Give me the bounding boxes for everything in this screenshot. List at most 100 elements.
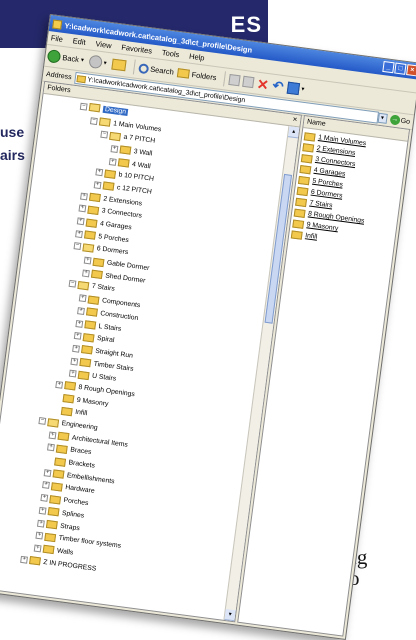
maximize-button[interactable]: □ <box>394 62 407 75</box>
file-list: 1 Main Volumes 2 Extensions 3 Connectors 4 … <box>289 128 408 253</box>
address-label: Address <box>45 70 73 81</box>
go-button[interactable]: → Go <box>389 114 410 127</box>
folder-icon <box>85 218 98 228</box>
menu-help[interactable]: Help <box>189 52 205 63</box>
scroll-down-icon[interactable]: ▼ <box>224 609 236 622</box>
expand-icon[interactable]: + <box>76 217 85 226</box>
folder-icon <box>52 469 65 480</box>
folder-icon <box>92 257 105 267</box>
folder-icon <box>293 208 306 218</box>
collapse-icon[interactable]: − <box>79 102 88 111</box>
search-button[interactable]: Search <box>137 62 175 78</box>
tree-item-label: Walls <box>56 547 74 557</box>
folder-icon <box>62 394 75 404</box>
expand-icon[interactable]: + <box>46 443 55 452</box>
expand-icon[interactable]: + <box>93 181 102 190</box>
expand-icon[interactable]: + <box>75 319 84 328</box>
expand-icon[interactable]: + <box>77 307 85 315</box>
views-button[interactable]: ▼ <box>286 81 306 95</box>
explorer-window: Y:\cadwork\cadwork.cat\catalog_3d\ct_pro… <box>0 14 416 640</box>
copy-to-icon[interactable] <box>242 75 255 89</box>
scroll-up-icon[interactable]: ▲ <box>287 126 300 139</box>
go-arrow-icon: → <box>389 114 401 126</box>
chevron-down-icon: ▼ <box>102 59 109 67</box>
back-button[interactable]: Back ▼ <box>46 49 86 67</box>
undo-icon[interactable]: ↶ <box>272 77 285 93</box>
folder-icon <box>102 181 115 192</box>
tree-item-label: Design <box>102 105 129 116</box>
close-pane-icon[interactable]: × <box>292 115 298 125</box>
expand-icon[interactable]: + <box>108 157 117 166</box>
close-button[interactable]: × <box>406 64 416 77</box>
search-label: Search <box>149 64 175 77</box>
folder-icon <box>77 370 90 380</box>
expand-icon[interactable]: + <box>48 431 57 440</box>
expand-icon[interactable]: + <box>55 380 64 389</box>
panes: Folders × − Design −1 Main Volumes − a 7 PIT… <box>0 80 411 637</box>
delete-icon[interactable]: ✕ <box>256 75 270 92</box>
folder-icon <box>296 186 309 196</box>
menu-edit[interactable]: Edit <box>72 36 86 47</box>
expand-icon[interactable]: + <box>38 506 47 515</box>
folder-icon <box>303 131 316 142</box>
collapse-icon[interactable]: − <box>73 242 82 251</box>
expand-icon[interactable]: + <box>95 168 104 177</box>
address-dropdown-button[interactable]: ▼ <box>377 112 388 124</box>
expand-icon[interactable]: + <box>72 344 80 353</box>
move-to-icon[interactable] <box>228 74 241 87</box>
menu-view[interactable]: View <box>95 39 112 50</box>
tree-item-label: U Stairs <box>91 372 117 383</box>
menu-tools[interactable]: Tools <box>161 48 180 59</box>
collapse-icon[interactable]: − <box>38 417 47 425</box>
folder-icon <box>49 494 62 505</box>
folder-icon <box>82 332 95 343</box>
folder-icon <box>44 532 57 542</box>
menu-favorites[interactable]: Favorites <box>121 43 153 56</box>
folder-icon <box>76 74 86 83</box>
folder-icon <box>47 507 60 517</box>
expand-icon[interactable]: + <box>80 192 88 201</box>
search-icon <box>137 62 149 74</box>
expand-icon[interactable]: + <box>75 229 83 238</box>
tree-item-label: Straps <box>59 522 81 532</box>
minimize-button[interactable]: _ <box>382 60 395 74</box>
folder-icon <box>42 545 55 555</box>
tree-item-label: Infill <box>74 409 88 418</box>
expand-icon[interactable]: + <box>68 369 77 378</box>
expand-icon[interactable]: + <box>37 519 45 528</box>
go-label: Go <box>400 117 411 126</box>
folders-button[interactable]: Folders <box>177 68 217 82</box>
expand-icon[interactable]: + <box>110 145 119 153</box>
name-header-label: Name <box>306 118 327 128</box>
expand-icon[interactable]: + <box>20 555 29 564</box>
menu-file[interactable]: File <box>50 33 63 44</box>
folder-icon <box>80 345 93 355</box>
tree-item-label: Z IN PROGRESS <box>42 558 97 573</box>
expand-icon[interactable]: + <box>73 332 82 341</box>
tree-item-label: Brackets <box>68 459 96 470</box>
expand-icon[interactable]: + <box>83 256 92 265</box>
up-folder-button[interactable] <box>110 58 127 72</box>
folders-header: Folders <box>46 84 71 95</box>
expand-icon[interactable]: + <box>43 468 52 477</box>
expand-icon[interactable]: + <box>82 269 90 278</box>
collapse-icon[interactable]: − <box>100 130 109 139</box>
expand-icon[interactable]: + <box>35 531 44 540</box>
forward-button[interactable]: ▼ <box>87 54 109 70</box>
collapse-icon[interactable]: − <box>68 280 77 289</box>
folders-icon <box>177 68 191 79</box>
toolbar-separator <box>132 59 136 75</box>
expand-icon[interactable]: + <box>78 294 87 303</box>
back-label: Back <box>61 53 80 65</box>
expand-icon[interactable]: + <box>78 204 87 213</box>
expand-icon[interactable]: + <box>33 544 42 553</box>
expand-icon[interactable]: + <box>40 494 49 502</box>
tree-item-label: a 7 PITCH <box>123 133 156 145</box>
expand-icon[interactable]: + <box>41 481 50 490</box>
collapse-icon[interactable]: − <box>90 116 98 125</box>
up-folder-icon <box>110 58 127 72</box>
tree-item-label: 4 Wall <box>131 160 152 170</box>
folder-icon <box>87 205 100 215</box>
folder-icon <box>64 381 77 391</box>
expand-icon[interactable]: + <box>70 357 79 366</box>
